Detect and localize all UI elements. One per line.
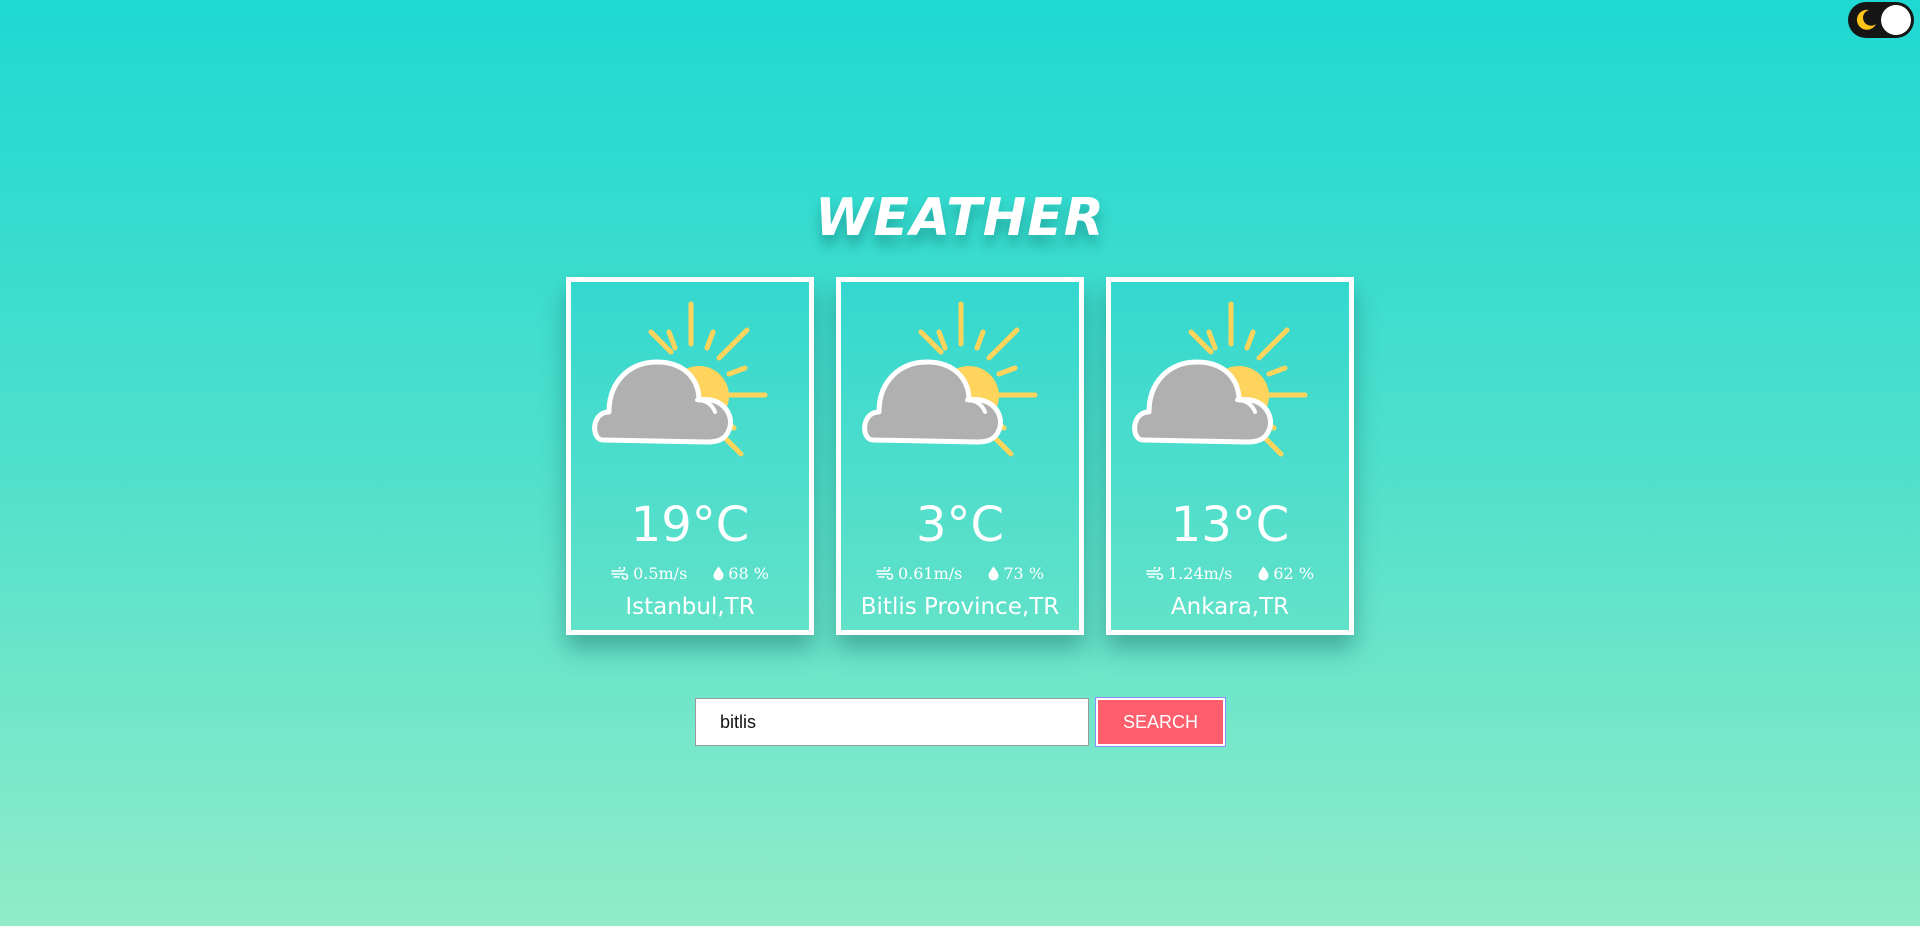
humidity-info: 73 % bbox=[988, 564, 1044, 583]
wind-info: 1.24m/s bbox=[1146, 564, 1232, 583]
search-button[interactable]: SEARCH bbox=[1095, 697, 1226, 747]
humidity-value: 73 % bbox=[1003, 564, 1045, 583]
city-name: Istanbul,TR bbox=[625, 594, 755, 620]
partly-cloudy-icon bbox=[1132, 301, 1308, 457]
weather-details: 1.24m/s 62 % bbox=[1111, 564, 1349, 583]
humidity-value: 62 % bbox=[1273, 564, 1315, 583]
humidity-value: 68 % bbox=[728, 564, 769, 583]
temperature: 19°C bbox=[630, 497, 750, 553]
moon-icon bbox=[1856, 9, 1876, 30]
page-title: WEATHER bbox=[815, 188, 1105, 248]
wind-info: 0.5m/s bbox=[611, 564, 687, 583]
temperature: 13°C bbox=[1170, 497, 1290, 553]
weather-card: 3°C 0.61m/s 73 % Bitlis Province,TR bbox=[836, 277, 1084, 635]
wind-speed: 1.24m/s bbox=[1167, 564, 1233, 583]
theme-toggle[interactable] bbox=[1848, 2, 1914, 38]
search-bar: SEARCH bbox=[695, 697, 1226, 747]
humidity-info: 68 % bbox=[713, 564, 769, 583]
partly-cloudy-icon bbox=[862, 301, 1038, 457]
wind-info: 0.61m/s bbox=[876, 564, 962, 583]
weather-details: 0.5m/s 68 % bbox=[571, 564, 809, 583]
weather-details: 0.61m/s 73 % bbox=[841, 564, 1079, 583]
weather-card: 19°C 0.5m/s 68 % Istanbul,TR bbox=[566, 277, 814, 635]
humidity-info: 62 % bbox=[1258, 564, 1314, 583]
wind-icon bbox=[1146, 566, 1164, 580]
city-name: Bitlis Province,TR bbox=[860, 594, 1060, 620]
search-input[interactable] bbox=[695, 698, 1089, 746]
wind-icon bbox=[611, 566, 629, 580]
weather-card: 13°C 1.24m/s 62 % Ankara,TR bbox=[1106, 277, 1354, 635]
water-drop-icon bbox=[1258, 566, 1269, 581]
toggle-knob[interactable] bbox=[1881, 5, 1911, 35]
water-drop-icon bbox=[713, 566, 724, 581]
wind-speed: 0.5m/s bbox=[633, 564, 688, 583]
partly-cloudy-icon bbox=[592, 301, 768, 457]
city-name: Ankara,TR bbox=[1170, 594, 1290, 620]
wind-speed: 0.61m/s bbox=[897, 564, 963, 583]
water-drop-icon bbox=[988, 566, 999, 581]
weather-cards: 19°C 0.5m/s 68 % Istanbul,TR 3°C 0.61m/s… bbox=[566, 277, 1354, 635]
wind-icon bbox=[876, 566, 894, 580]
temperature: 3°C bbox=[915, 497, 1005, 553]
